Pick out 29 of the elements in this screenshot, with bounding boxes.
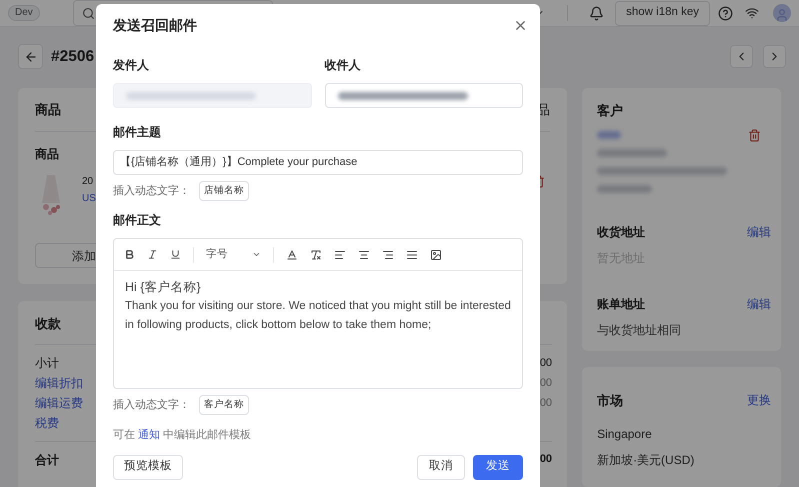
- section-text: 与收货地址相同: [597, 322, 682, 339]
- environment-badge: Dev: [8, 5, 40, 21]
- order-number: #2506: [51, 46, 94, 67]
- section-title: 账单地址: [597, 296, 646, 313]
- template-notice: 可在 通知 中编辑此邮件模板: [113, 428, 252, 443]
- card-title: 客户: [597, 102, 624, 120]
- total-amount: 00: [540, 452, 552, 467]
- field-label: 收件人: [324, 57, 362, 74]
- row-amount: 00: [540, 396, 552, 411]
- field-label: 邮件主题: [113, 124, 162, 141]
- body-text: Thank you for visiting our store. We noticed that you might still be interested in following products, click bottom below to take them home;: [125, 299, 511, 333]
- row-amount: 00: [540, 376, 552, 391]
- insert-label: 插入动态文字：: [113, 184, 190, 199]
- card-title: 市场: [597, 392, 624, 410]
- greeting-text: Hi {客户名称}: [125, 279, 202, 296]
- row-amount: 00: [540, 356, 552, 371]
- card-title: 商品: [35, 101, 61, 120]
- item-title: 20: [82, 175, 94, 189]
- insert-label: 插入动态文字：: [113, 398, 190, 413]
- section-title: 收货地址: [597, 224, 646, 241]
- row-label: 小计: [35, 355, 59, 372]
- dialog-title: 发送召回邮件: [113, 16, 197, 34]
- field-label: 发件人: [113, 57, 150, 74]
- total-label: 合计: [35, 452, 59, 469]
- market-text: 新加坡·美元(USD): [597, 452, 696, 468]
- card-title: 收款: [35, 315, 61, 333]
- section-label: 商品: [35, 146, 59, 163]
- field-label: 邮件正文: [113, 212, 162, 229]
- market-text: Singapore: [597, 426, 653, 442]
